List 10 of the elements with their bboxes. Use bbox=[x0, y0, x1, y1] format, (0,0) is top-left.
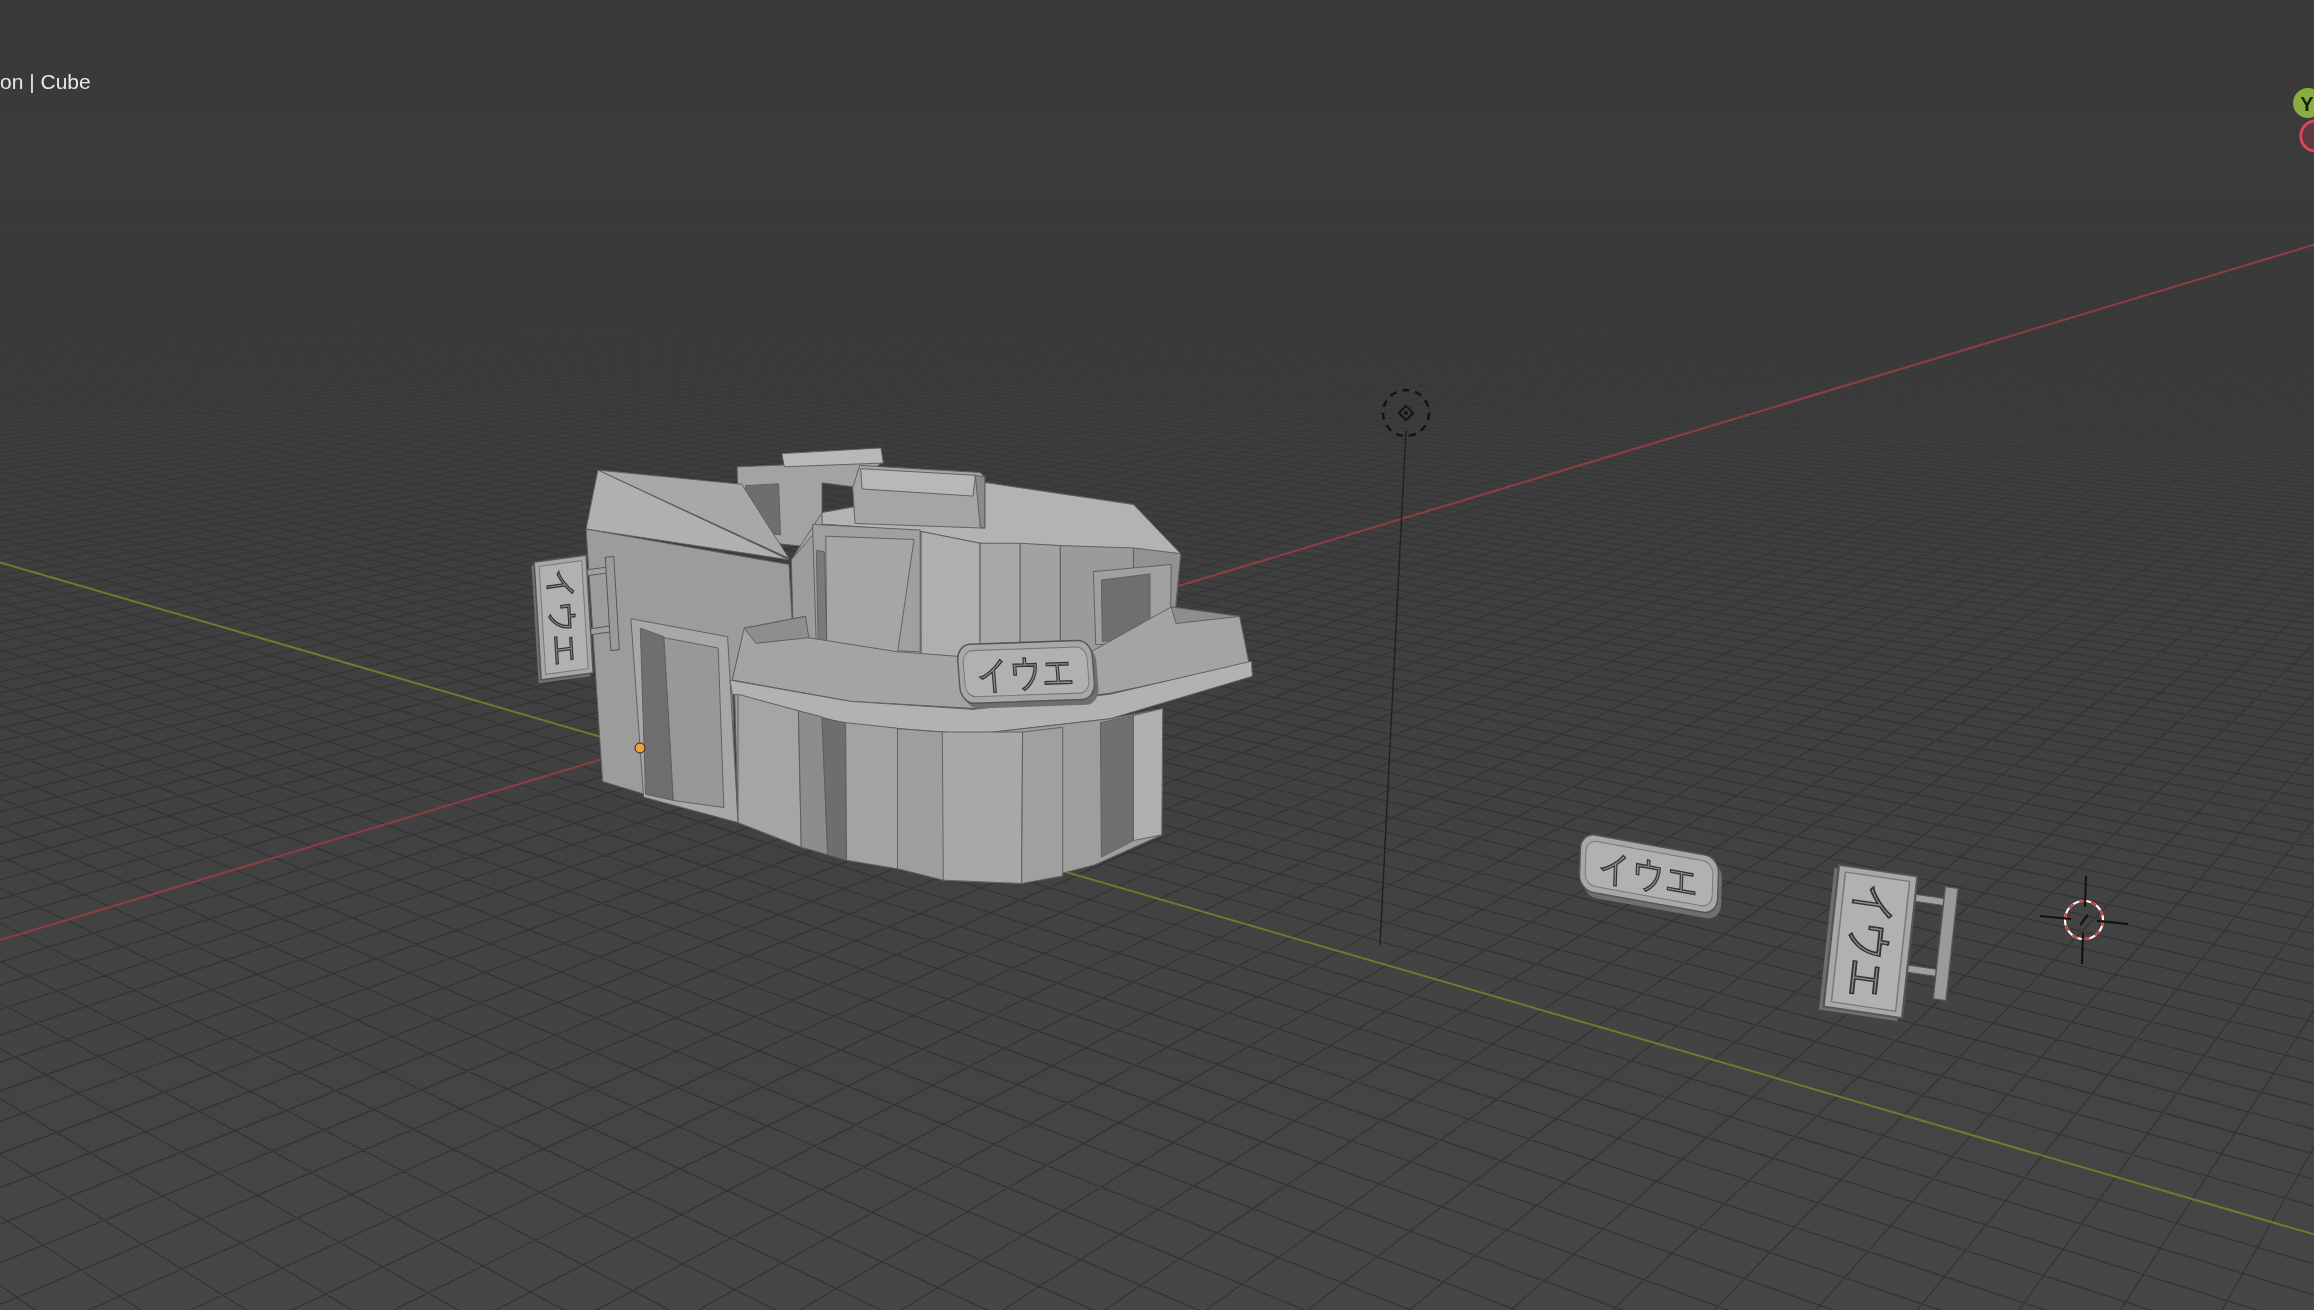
sign-text: イウエ bbox=[543, 566, 584, 669]
sign-text: イウエ bbox=[1838, 880, 1903, 1003]
origin-dot-icon bbox=[634, 742, 646, 754]
crosshair-icon bbox=[2039, 875, 2129, 965]
viewport-title-text: on | Cube bbox=[0, 71, 91, 92]
axis-circle-icon[interactable] bbox=[2299, 119, 2314, 153]
sign-text: イウエ bbox=[975, 650, 1077, 696]
light-icon bbox=[1381, 388, 1431, 438]
axis-button[interactable]: Y bbox=[2293, 88, 2314, 118]
sign-text: イウエ bbox=[1598, 845, 1700, 904]
